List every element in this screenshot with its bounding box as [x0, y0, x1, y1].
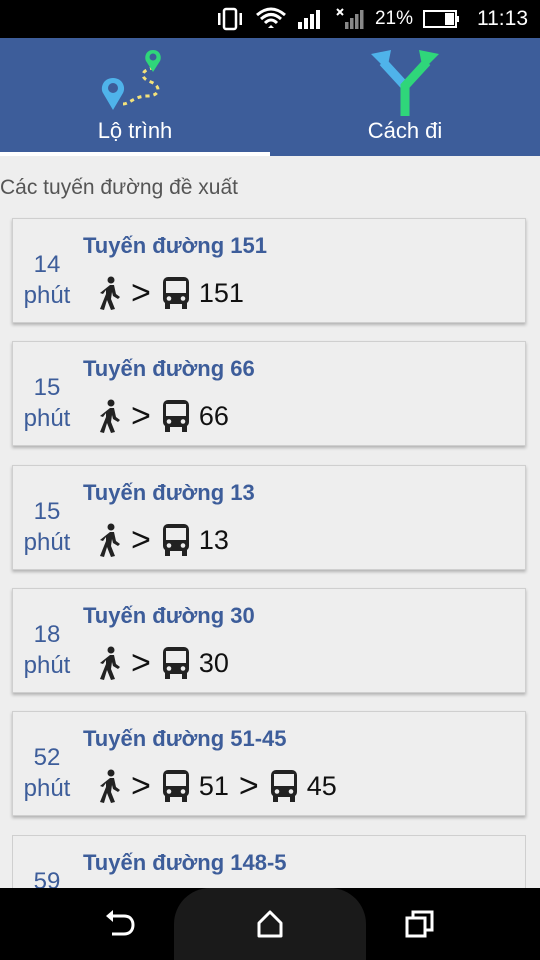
route-card[interactable]: 15 phút Tuyến đường 66 > 66 [12, 341, 526, 446]
route-title: Tuyến đường 66 [83, 356, 255, 381]
step-separator: > [131, 644, 151, 682]
wifi-icon [255, 7, 286, 28]
section-title: Các tuyến đường đề xuất [0, 176, 238, 199]
duration: 14 phút [13, 249, 81, 311]
route-card[interactable]: 14 phút Tuyến đường 151 > 151 [12, 218, 526, 323]
route-title: Tuyến đường 13 [83, 480, 255, 505]
route-title: Tuyến đường 148-5 [83, 850, 287, 875]
walk-icon [100, 276, 120, 310]
bus-icon [162, 770, 189, 802]
route-title: Tuyến đường 30 [83, 603, 255, 628]
walk-icon [100, 523, 120, 557]
route-title: Tuyến đường 51-45 [83, 726, 287, 751]
bus-number: 30 [198, 647, 229, 678]
duration: 15 phút [13, 496, 81, 558]
step-separator: > [131, 397, 151, 435]
walk-icon [100, 399, 120, 433]
signal-icon [297, 10, 320, 29]
route-steps: > 30 [99, 645, 229, 681]
step-separator: > [131, 274, 151, 312]
step-separator: > [131, 767, 151, 805]
duration-unit: phút [23, 775, 71, 802]
bus-number: 151 [198, 277, 244, 308]
walk-icon [100, 646, 120, 680]
step-separator: > [131, 521, 151, 559]
recents-icon[interactable] [405, 910, 435, 938]
battery-percent: 21% [374, 8, 413, 29]
map-route-icon [101, 50, 161, 110]
route-steps: > 66 [99, 398, 229, 434]
route-card[interactable]: 15 phút Tuyến đường 13 > 13 [12, 465, 526, 570]
duration-unit: phút [23, 529, 71, 556]
tab-route[interactable]: Lộ trình [0, 38, 270, 156]
bus-number: 13 [198, 524, 229, 555]
home-icon[interactable] [256, 910, 284, 938]
route-card[interactable]: 52 phút Tuyến đường 51-45 > 51 > 45 [12, 711, 526, 816]
battery-icon [423, 10, 459, 28]
tab-directions[interactable]: Cách đi [270, 38, 540, 156]
bus-icon [162, 647, 189, 679]
duration: 15 phút [13, 372, 81, 434]
bus-number: 45 [306, 770, 337, 801]
step-separator: > [238, 767, 259, 805]
tab-bar: Lộ trình Cách đi [0, 38, 540, 156]
duration: 52 phút [13, 742, 81, 804]
route-steps: > 151 [99, 275, 244, 311]
status-icons: 21% 11:13 [215, 0, 528, 38]
tab-route-label: Lộ trình [97, 118, 173, 143]
status-bar: 21% 11:13 [0, 0, 540, 38]
tab-directions-label: Cách đi [367, 118, 443, 143]
bus-icon [162, 400, 189, 432]
bus-icon [270, 770, 297, 802]
walk-icon [100, 769, 120, 803]
duration-minutes: 15 [33, 498, 61, 525]
duration: 18 phút [13, 619, 81, 681]
active-tab-indicator [0, 152, 270, 156]
duration-minutes: 18 [33, 621, 61, 648]
navigation-bar [0, 888, 540, 960]
duration-unit: phút [23, 405, 71, 432]
clock: 11:13 [477, 7, 528, 30]
duration-unit: phút [23, 652, 71, 679]
bus-icon [162, 277, 189, 309]
duration-unit: phút [23, 282, 71, 309]
vibrate-icon [217, 7, 242, 31]
back-icon[interactable] [104, 910, 136, 938]
route-steps: > 51 > 45 [99, 768, 337, 804]
bus-icon [162, 524, 189, 556]
directions-split-icon [371, 50, 439, 116]
bus-number: 51 [198, 770, 229, 801]
route-card[interactable]: 18 phút Tuyến đường 30 > 30 [12, 588, 526, 693]
route-title: Tuyến đường 151 [83, 233, 267, 258]
duration-minutes: 14 [33, 251, 61, 278]
route-steps: > 13 [99, 522, 229, 558]
signal-nosim-icon [336, 8, 364, 29]
duration-minutes: 52 [33, 744, 61, 771]
duration-minutes: 15 [33, 374, 61, 401]
route-card[interactable]: 59 Tuyến đường 148-5 [12, 835, 526, 895]
bus-number: 66 [198, 400, 229, 431]
